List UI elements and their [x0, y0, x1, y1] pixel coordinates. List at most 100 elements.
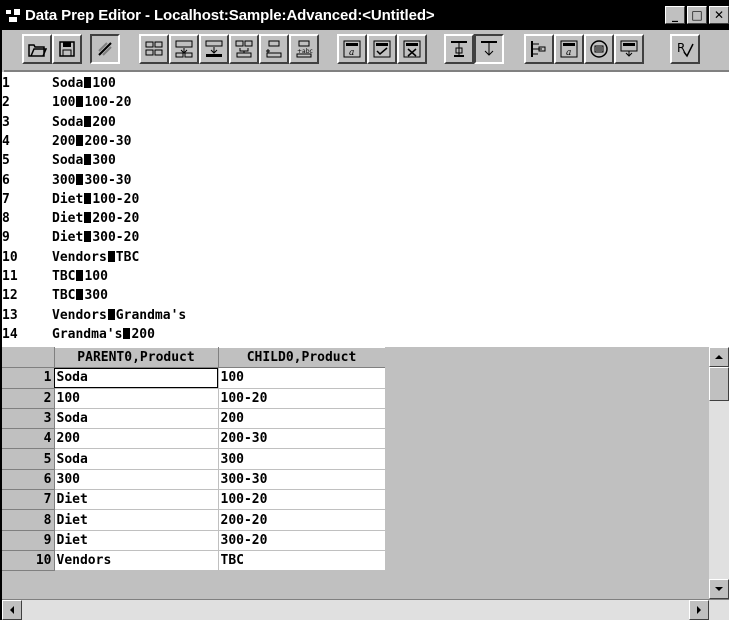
- open-button[interactable]: [22, 34, 52, 64]
- line-field-2: 300: [92, 153, 116, 169]
- line-field-2: 100-20: [84, 95, 132, 111]
- data-load-settings-icon: [531, 41, 546, 57]
- tab-separator-icon: [76, 173, 84, 185]
- clear-button[interactable]: [90, 34, 120, 64]
- child-cell[interactable]: 100-20: [218, 388, 386, 409]
- create-field-button[interactable]: [259, 34, 289, 64]
- field-properties-icon: [145, 41, 163, 56]
- scroll-track[interactable]: [709, 401, 729, 579]
- horizontal-scrollbar[interactable]: [2, 599, 729, 620]
- line-number: 11: [2, 269, 18, 284]
- column-header-child[interactable]: CHILD0,Product: [218, 346, 386, 369]
- data-grid: PARENT0,Product CHILD0,Product 1 Soda 100 2…: [2, 346, 386, 572]
- scroll-up-button[interactable]: [709, 347, 729, 367]
- tab-separator-icon: [123, 327, 131, 339]
- data-load-settings-button[interactable]: [524, 34, 554, 64]
- scroll-right-button[interactable]: [689, 600, 709, 620]
- row-header[interactable]: 3: [2, 408, 55, 430]
- child-cell[interactable]: 200: [218, 408, 386, 430]
- row-header[interactable]: 6: [2, 469, 55, 491]
- split-field-button[interactable]: [169, 34, 199, 64]
- data-file-properties-button[interactable]: a: [337, 34, 367, 64]
- table-row: 2 100 100-20: [2, 388, 386, 409]
- tab-separator-icon: [84, 192, 92, 204]
- parent-cell[interactable]: Soda: [54, 408, 219, 430]
- column-header-parent[interactable]: PARENT0,Product: [54, 346, 219, 369]
- parent-cell[interactable]: Soda: [54, 367, 219, 389]
- table-row: 1 Soda 100: [2, 367, 386, 389]
- line-field-1: Diet: [52, 230, 84, 246]
- line-field-1: Diet: [52, 191, 84, 207]
- line-number: 1: [2, 76, 10, 91]
- line-number: 5: [2, 153, 10, 169]
- grid-empty-area: [385, 347, 709, 599]
- tab-separator-icon: [76, 289, 84, 301]
- parent-cell[interactable]: Soda: [54, 448, 219, 470]
- child-cell[interactable]: 100: [218, 367, 386, 389]
- minimize-button[interactable]: _: [665, 6, 685, 24]
- parent-cell[interactable]: 300: [54, 469, 219, 491]
- parent-cell[interactable]: 100: [54, 388, 219, 409]
- line-content: Diet 300-20: [52, 230, 139, 247]
- close-button[interactable]: ✕: [709, 6, 729, 24]
- child-cell[interactable]: 200-20: [218, 509, 386, 531]
- view-data-button[interactable]: [584, 34, 614, 64]
- vertical-scrollbar[interactable]: [709, 347, 729, 599]
- parent-cell[interactable]: Diet: [54, 509, 219, 531]
- join-fields-icon: [235, 40, 253, 58]
- app-system-icon[interactable]: [4, 6, 22, 24]
- data-load-icon: [451, 41, 467, 57]
- source-text-pane[interactable]: 1 Soda 100 2 100 100-20 3 Soda 200 4 200 200-30 5 Sod…: [2, 72, 729, 347]
- line-content: Vendors Grandma's: [52, 308, 186, 325]
- join-fields-button[interactable]: [229, 34, 259, 64]
- dimension-build-settings-button[interactable]: [474, 34, 504, 64]
- save-button[interactable]: [52, 34, 82, 64]
- row-header[interactable]: 7: [2, 489, 55, 511]
- row-header[interactable]: 10: [2, 550, 55, 572]
- row-header[interactable]: 2: [2, 388, 55, 409]
- arrow-down-icon: [715, 587, 723, 591]
- restore-button[interactable]: □: [687, 6, 707, 24]
- ignore-field-button[interactable]: [367, 34, 397, 64]
- child-cell[interactable]: 100-20: [218, 489, 386, 511]
- child-cell[interactable]: TBC: [218, 550, 386, 572]
- view-field-button[interactable]: a: [554, 34, 584, 64]
- scroll-down-button[interactable]: [709, 579, 729, 599]
- row-header[interactable]: 5: [2, 448, 55, 470]
- tab-separator-icon: [84, 212, 92, 224]
- parent-cell[interactable]: 200: [54, 428, 219, 450]
- scroll-thumb[interactable]: [709, 367, 729, 401]
- move-field-button[interactable]: [199, 34, 229, 64]
- child-cell[interactable]: 300: [218, 448, 386, 470]
- child-cell[interactable]: 300-30: [218, 469, 386, 491]
- grid-corner[interactable]: [2, 347, 55, 369]
- child-cell[interactable]: 200-30: [218, 428, 386, 450]
- row-header[interactable]: 9: [2, 530, 55, 551]
- line-field-1: TBC: [52, 269, 76, 284]
- line-content: 100 100-20: [52, 95, 131, 112]
- line-number: 8: [2, 211, 10, 227]
- validate-button[interactable]: R: [670, 34, 700, 64]
- save-icon: [59, 41, 75, 57]
- dimension-build-settings-icon: [481, 41, 497, 56]
- tab-separator-icon: [84, 231, 92, 243]
- row-header[interactable]: 4: [2, 428, 55, 450]
- row-header[interactable]: 8: [2, 509, 55, 531]
- title-bar[interactable]: Data Prep Editor - Localhost:Sample:Adva…: [2, 0, 729, 30]
- line-field-2: Grandma's: [115, 307, 187, 323]
- parent-cell[interactable]: Diet: [54, 489, 219, 511]
- dimension-build-button[interactable]: [397, 34, 427, 64]
- tab-separator-icon: [107, 308, 115, 320]
- row-header[interactable]: 1: [2, 367, 55, 389]
- parent-cell[interactable]: Diet: [54, 530, 219, 551]
- data-load-button[interactable]: [444, 34, 474, 64]
- parent-cell[interactable]: Vendors: [54, 550, 219, 572]
- open-file-icon: [28, 44, 47, 57]
- create-field-text-button[interactable]: +abc: [289, 34, 319, 64]
- field-properties-button[interactable]: [139, 34, 169, 64]
- tab-separator-icon: [84, 115, 92, 127]
- validate-data-button[interactable]: [614, 34, 644, 64]
- child-cell[interactable]: 300-20: [218, 530, 386, 551]
- scroll-left-button[interactable]: [2, 600, 22, 620]
- table-row: 4 200 200-30: [2, 428, 386, 450]
